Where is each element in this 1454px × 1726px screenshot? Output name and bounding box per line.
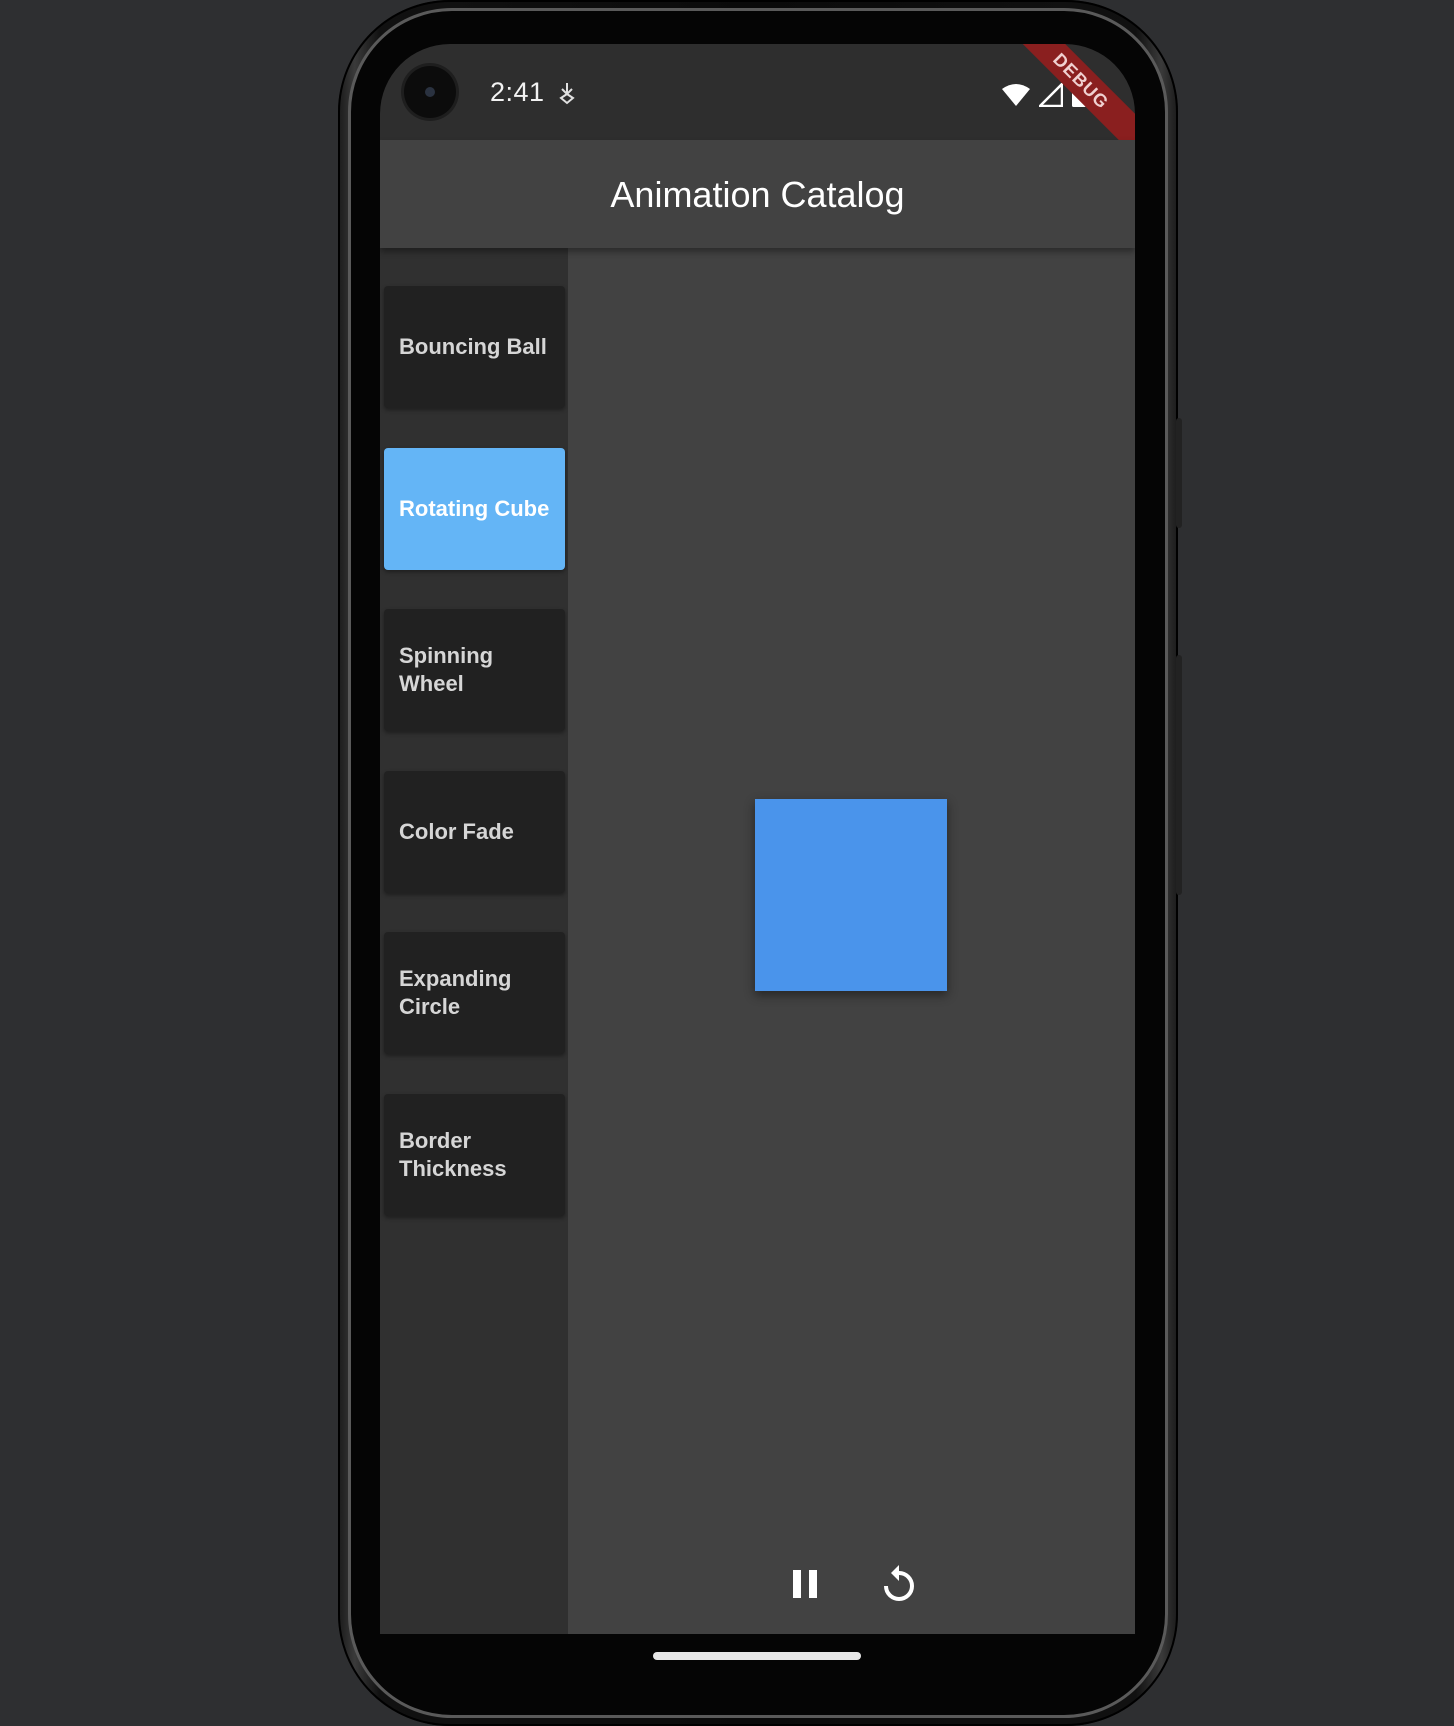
sidebar-item-label: Spinning Wheel [399,643,494,696]
volume-button [1176,655,1182,895]
playback-controls [568,1564,1135,1604]
sidebar-item-color-fade[interactable]: Color Fade [384,771,565,893]
camera-cutout [404,66,456,118]
animation-sidebar: Bouncing Ball Rotating Cube Spinning Whe… [380,248,568,1634]
status-time: 2:41 [490,77,545,107]
rotating-cube-shape [755,799,947,991]
device-stage: 2:41 DEBUG Animation Catalog Bouncing Ba… [0,0,1454,1726]
sidebar-item-label: Border Thickness [399,1128,507,1181]
sidebar-item-label: Bouncing Ball [399,334,547,359]
replay-icon [881,1564,917,1608]
signal-icon [1036,80,1064,112]
replay-button[interactable] [881,1564,917,1604]
sidebar-item-label: Color Fade [399,819,514,844]
pause-button[interactable] [787,1568,823,1604]
phone-screen: 2:41 DEBUG Animation Catalog Bouncing Ba… [380,44,1135,1634]
download-icon [558,81,576,110]
status-bar: 2:41 DEBUG [380,44,1135,163]
sidebar-item-label: Expanding Circle [399,966,512,1019]
power-button [1176,418,1182,528]
home-indicator[interactable] [653,1652,861,1660]
sidebar-item-label: Rotating Cube [399,496,550,521]
sidebar-item-bouncing-ball[interactable]: Bouncing Ball [384,286,565,408]
sidebar-item-spinning-wheel[interactable]: Spinning Wheel [384,609,565,731]
sidebar-item-border-thickness[interactable]: Border Thickness [384,1094,565,1216]
pause-icon [791,1568,819,1605]
wifi-icon [1001,83,1031,112]
app-bar: Animation Catalog [380,140,1135,248]
page-title: Animation Catalog [610,174,905,215]
sidebar-item-rotating-cube[interactable]: Rotating Cube [384,448,565,570]
animation-preview-area [568,248,1135,1634]
sidebar-item-expanding-circle[interactable]: Expanding Circle [384,932,565,1054]
